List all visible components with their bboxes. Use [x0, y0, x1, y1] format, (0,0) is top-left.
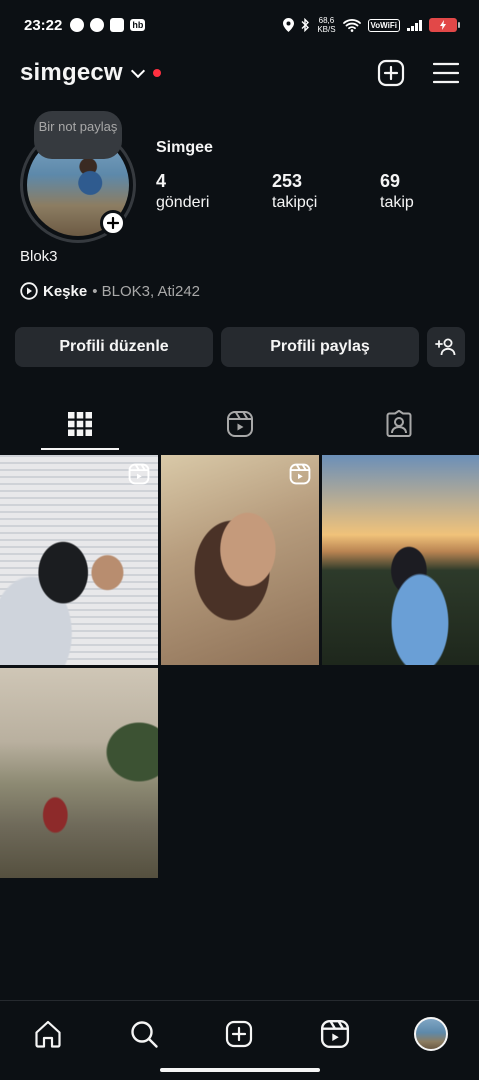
profile-avatar-icon	[414, 1017, 449, 1051]
tagged-icon	[386, 410, 412, 437]
search-icon	[130, 1021, 158, 1048]
profile-actions: Profili düzenle Profili paylaş	[15, 327, 465, 367]
reels-icon	[321, 1019, 350, 1049]
bio: Blok3	[20, 248, 58, 265]
menu-button[interactable]	[433, 62, 459, 84]
battery-icon	[429, 18, 460, 32]
tab-grid[interactable]	[0, 396, 160, 452]
header-actions	[377, 59, 459, 87]
nav-reels[interactable]	[305, 1014, 365, 1054]
reel-badge-icon	[289, 463, 311, 490]
notification-dot	[152, 69, 161, 77]
post-thumbnail[interactable]	[322, 455, 479, 665]
display-name: Simgee	[156, 139, 213, 156]
stat-posts-label: gönderi	[156, 194, 210, 211]
tab-reels[interactable]	[160, 396, 320, 452]
network-speed: 68,6 KB/S	[317, 16, 335, 34]
post-thumbnail[interactable]	[161, 455, 319, 665]
plus-square-icon	[377, 59, 405, 87]
stat-followers[interactable]: 253 takipçi	[272, 170, 317, 214]
play-circle-icon	[20, 282, 38, 300]
instagram-notification-icon	[110, 18, 125, 32]
plus-icon	[107, 217, 119, 229]
nav-search[interactable]	[114, 1014, 174, 1054]
status-bar-left: 23:22 hb	[24, 16, 146, 34]
wifi-icon	[342, 19, 361, 32]
stat-followers-count: 253	[272, 171, 303, 191]
create-icon	[226, 1020, 253, 1048]
stat-following[interactable]: 69 takip	[380, 170, 414, 214]
create-button[interactable]	[377, 59, 405, 87]
profile-tabs	[0, 396, 479, 452]
stat-posts[interactable]: 4 gönderi	[156, 170, 209, 214]
nav-create[interactable]	[209, 1014, 269, 1054]
home-icon	[35, 1020, 61, 1048]
tab-tagged[interactable]	[319, 396, 479, 452]
home-indicator[interactable]	[160, 1068, 320, 1072]
clock: 23:22	[24, 16, 63, 34]
music-title: Keşke	[43, 282, 88, 300]
chat-notification-icon	[70, 18, 85, 32]
share-profile-button[interactable]: Profili paylaş	[221, 327, 419, 367]
stat-followers-label: takipçi	[272, 194, 318, 211]
note-bubble[interactable]: Bir not paylaş	[34, 111, 122, 159]
discover-people-button[interactable]	[427, 327, 465, 367]
stat-following-label: takip	[380, 194, 414, 211]
vowifi-badge: VoWiFi	[367, 18, 400, 32]
music-artists: • BLOK3, Ati242	[92, 282, 201, 300]
stat-following-count: 69	[380, 171, 401, 191]
edit-profile-button[interactable]: Profili düzenle	[15, 327, 213, 367]
network-speed-unit: KB/S	[317, 25, 336, 34]
nav-home[interactable]	[18, 1014, 78, 1054]
hb-notification-icon: hb	[130, 19, 146, 31]
status-bar-right: 68,6 KB/S VoWiFi	[283, 16, 460, 34]
nav-profile[interactable]	[401, 1014, 461, 1054]
post-thumbnail[interactable]	[0, 455, 158, 665]
posts-grid	[0, 455, 479, 878]
profile-music[interactable]: Keşke • BLOK3, Ati242	[20, 282, 200, 300]
chevron-down-icon	[130, 63, 145, 79]
post-thumbnail[interactable]	[0, 668, 158, 878]
profile-header: simgecw	[20, 52, 459, 94]
profile-stats: 4 gönderi 253 takipçi 69 takip	[156, 170, 456, 218]
add-story-button[interactable]	[100, 210, 126, 236]
location-icon	[283, 18, 295, 32]
network-speed-value: 68,6	[318, 16, 335, 25]
signal-icon	[407, 19, 422, 31]
reel-badge-icon	[128, 463, 150, 490]
stat-posts-count: 4	[156, 171, 167, 191]
account-switcher[interactable]: simgecw	[20, 59, 161, 87]
reels-icon	[226, 411, 253, 437]
add-person-icon	[435, 338, 456, 356]
status-bar: 23:22 hb 68,6 KB/S VoWiFi	[0, 0, 479, 50]
grid-icon	[67, 412, 92, 436]
hamburger-menu-icon	[433, 62, 459, 84]
charging-icon	[440, 20, 446, 30]
messenger-notification-icon	[90, 18, 105, 32]
username: simgecw	[20, 59, 123, 86]
bluetooth-icon	[301, 18, 310, 32]
